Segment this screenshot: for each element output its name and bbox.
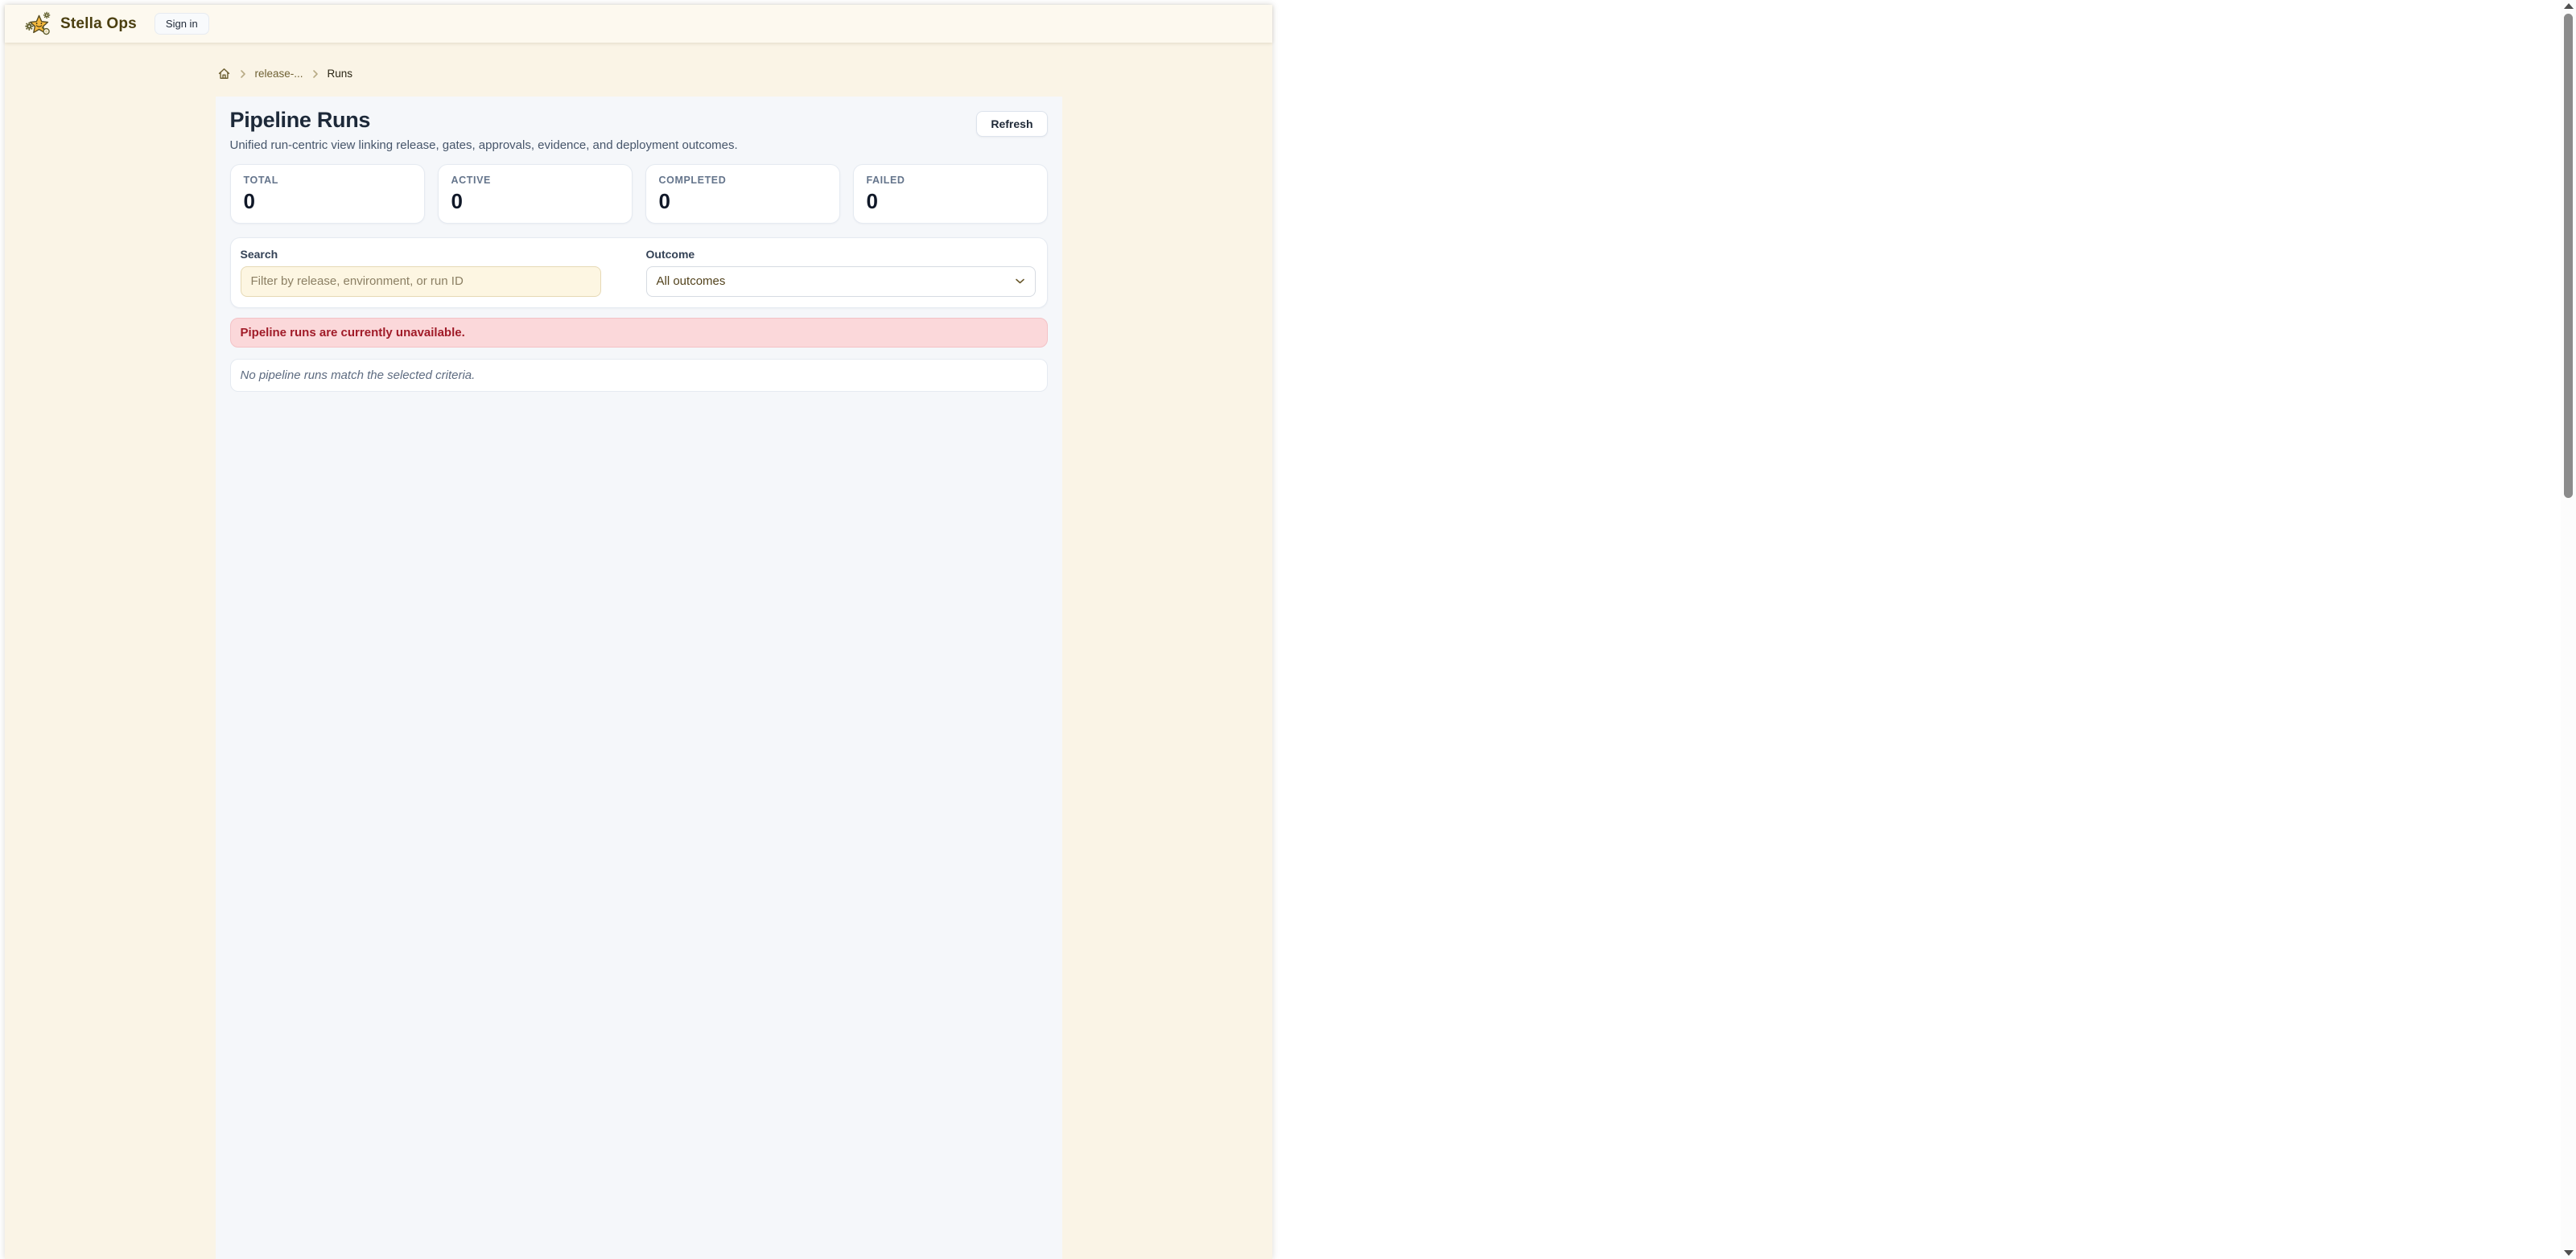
outcome-field-group: Outcome All outcomes [646, 248, 1036, 297]
sign-in-button[interactable]: Sign in [155, 13, 209, 35]
page-title: Pipeline Runs [230, 108, 738, 133]
breadcrumb: release-... Runs [217, 67, 1062, 80]
stat-card-completed: COMPLETED 0 [645, 164, 840, 224]
scrollbar-thumb[interactable] [2564, 14, 2573, 498]
scroll-down-arrow-icon[interactable] [2564, 1250, 2574, 1256]
content-column: release-... Runs Pipeline Runs Unified r… [216, 43, 1062, 1259]
pipeline-runs-panel: Pipeline Runs Unified run-centric view l… [216, 97, 1062, 1259]
chevron-right-icon [238, 69, 248, 79]
stat-card-failed: FAILED 0 [853, 164, 1048, 224]
stat-card-total: TOTAL 0 [230, 164, 425, 224]
stat-label: FAILED [867, 175, 1034, 186]
home-icon[interactable] [217, 67, 231, 80]
brand[interactable]: Stella Ops [24, 10, 137, 38]
stat-value: 0 [451, 190, 619, 213]
magnifier-icon [43, 27, 49, 34]
gear-icon [43, 11, 51, 19]
stella-ops-logo-icon [24, 10, 53, 38]
outcome-select[interactable]: All outcomes [646, 266, 1036, 297]
chevron-right-icon [311, 69, 320, 79]
stat-card-active: ACTIVE 0 [438, 164, 633, 224]
top-navigation-bar: Stella Ops Sign in [5, 5, 1272, 43]
stats-row: TOTAL 0 ACTIVE 0 COMPLETED 0 FAILED 0 [230, 164, 1048, 224]
filters-panel: Search Outcome All outcomes [230, 237, 1048, 308]
stat-label: ACTIVE [451, 175, 619, 186]
breadcrumb-item-release[interactable]: release-... [255, 68, 303, 80]
search-field-group: Search [241, 248, 601, 297]
app-shell: Stella Ops Sign in release-... Runs [5, 5, 1272, 1259]
empty-state-message: No pipeline runs match the selected crit… [230, 359, 1048, 392]
stat-value: 0 [244, 190, 411, 213]
stat-label: TOTAL [244, 175, 411, 186]
page-header-text: Pipeline Runs Unified run-centric view l… [230, 108, 738, 152]
refresh-button[interactable]: Refresh [976, 111, 1047, 137]
app-title: Stella Ops [60, 15, 137, 33]
stat-value: 0 [659, 190, 826, 213]
stat-label: COMPLETED [659, 175, 826, 186]
outcome-label: Outcome [646, 248, 1036, 261]
outcome-selected-value: All outcomes [657, 274, 726, 288]
chevron-down-icon [1015, 278, 1025, 285]
search-label: Search [241, 248, 601, 261]
scrollbar[interactable] [2561, 0, 2576, 1259]
error-banner: Pipeline runs are currently unavailable. [230, 318, 1048, 348]
page-subtitle: Unified run-centric view linking release… [230, 138, 738, 152]
stat-value: 0 [867, 190, 1034, 213]
page-header: Pipeline Runs Unified run-centric view l… [230, 108, 1048, 152]
breadcrumb-item-runs: Runs [328, 68, 353, 80]
scroll-up-arrow-icon[interactable] [2564, 3, 2574, 9]
search-input[interactable] [241, 266, 601, 297]
